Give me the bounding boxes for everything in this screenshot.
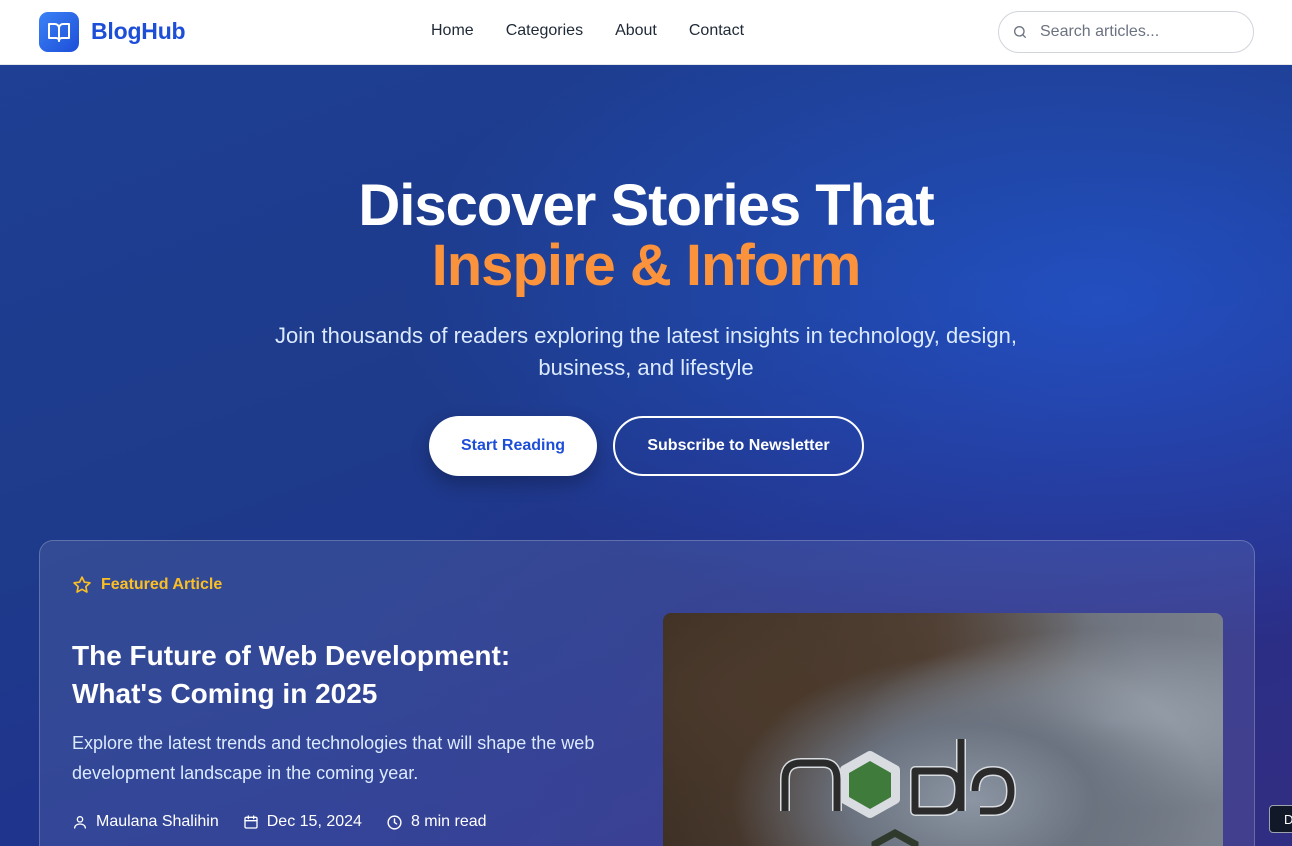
site-header: BlogHub Home Categories About Contact <box>0 0 1292 65</box>
clock-icon <box>387 814 402 830</box>
author-meta: Maulana Shalihin <box>72 813 219 831</box>
hero-title-line1: Discover Stories That <box>358 173 934 238</box>
featured-title[interactable]: The Future of Web Development: What's Co… <box>72 637 592 713</box>
nav-link-contact[interactable]: Contact <box>689 22 744 40</box>
nav-link-categories[interactable]: Categories <box>506 22 583 40</box>
hero-section: Discover Stories That Inspire & Inform J… <box>0 65 1292 846</box>
article-meta: Maulana Shalihin Dec 15, 2024 8 min read <box>72 813 511 831</box>
logo[interactable] <box>39 12 79 52</box>
featured-label: Featured Article <box>101 576 223 593</box>
date-meta: Dec 15, 2024 <box>243 813 362 831</box>
user-icon <box>74 816 86 829</box>
hero-subtitle: Join thousands of readers exploring the … <box>275 323 1017 380</box>
featured-article-card[interactable]: Featured Article The Future of Web Devel… <box>39 540 1255 846</box>
main-nav: Home Categories About Contact <box>431 22 776 40</box>
featured-badge: Featured Article <box>72 575 222 595</box>
featured-description: Explore the latest trends and technologi… <box>72 733 595 783</box>
nav-link-home[interactable]: Home <box>431 22 474 40</box>
search-icon <box>1014 26 1026 38</box>
featured-image[interactable] <box>663 613 1223 846</box>
nav-link-about[interactable]: About <box>615 22 657 40</box>
subscribe-newsletter-button[interactable]: Subscribe to Newsletter <box>613 416 864 476</box>
author-name: Maulana Shalihin <box>96 813 219 830</box>
book-open-icon <box>48 23 70 42</box>
brand-name[interactable]: BlogHub <box>91 18 186 45</box>
hero-title-line2: Inspire & Inform <box>431 233 862 298</box>
read-time-meta: 8 min read <box>386 813 487 831</box>
read-time: 8 min read <box>410 813 487 830</box>
start-reading-button[interactable]: Start Reading <box>429 416 597 476</box>
search-input[interactable] <box>1040 23 1240 41</box>
search-box <box>998 11 1254 53</box>
node-logo-sticker <box>780 739 1016 846</box>
corner-badge[interactable]: D <box>1269 805 1292 833</box>
publish-date: Dec 15, 2024 <box>266 813 362 830</box>
star-icon <box>73 576 91 593</box>
calendar-icon <box>244 815 258 829</box>
